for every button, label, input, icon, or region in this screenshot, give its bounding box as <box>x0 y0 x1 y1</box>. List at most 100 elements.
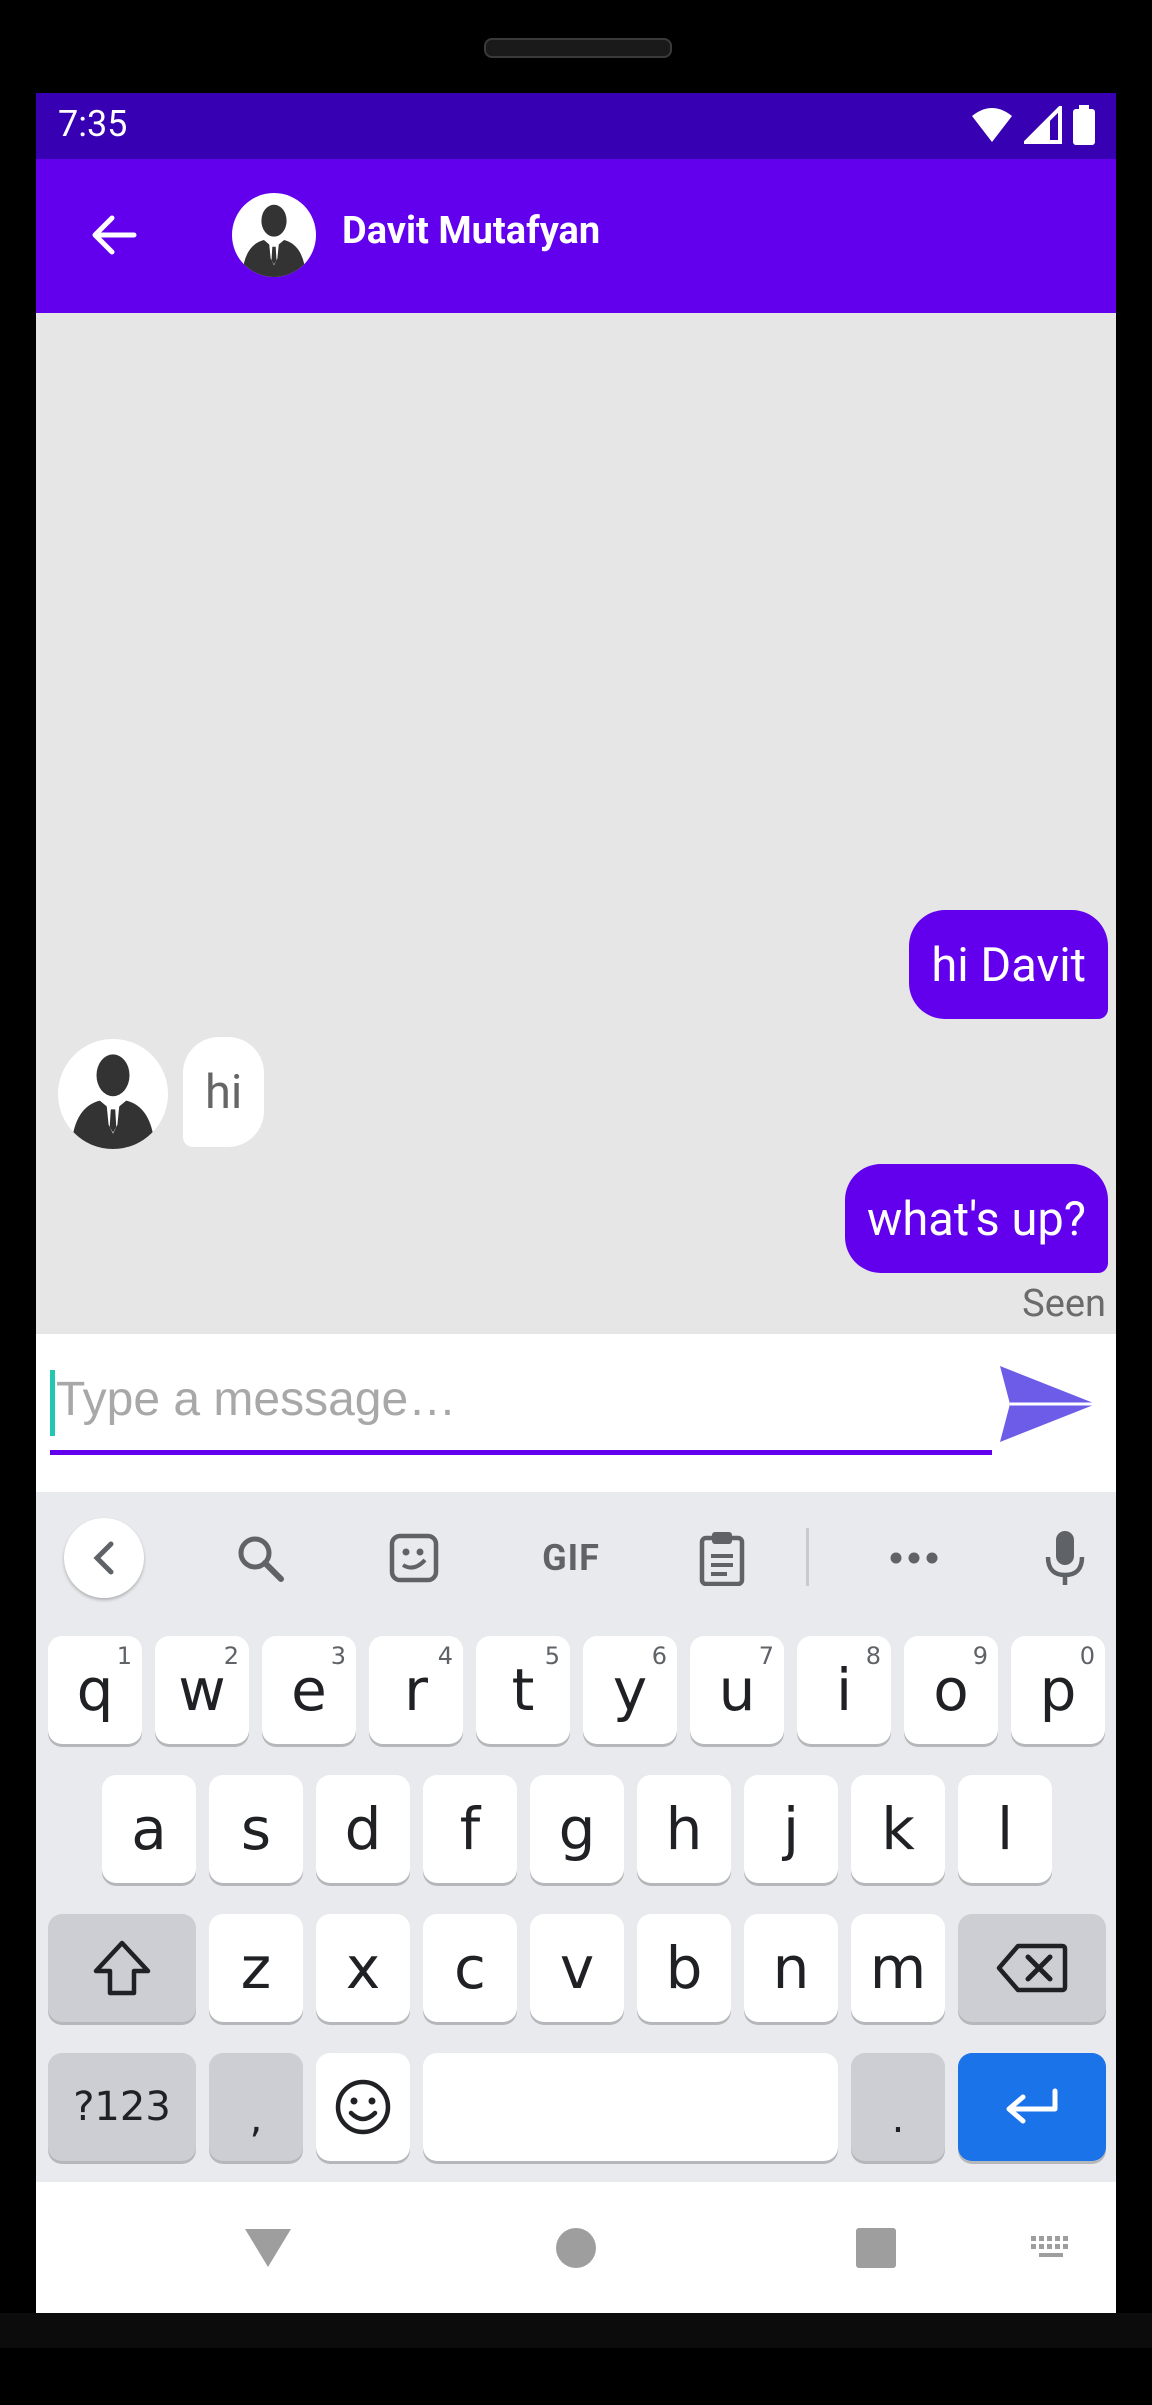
period-key[interactable]: . <box>851 2053 945 2161</box>
keyboard-collapse-button[interactable] <box>64 1518 144 1598</box>
key-d[interactable]: d <box>316 1775 410 1883</box>
key-label: j <box>782 1795 800 1863</box>
key-s[interactable]: s <box>209 1775 303 1883</box>
phone-frame: 7:35 Davit Mutafyan hi Davit hi what's u… <box>0 0 1152 2405</box>
key-label: m <box>869 1934 927 2002</box>
space-key[interactable] <box>423 2053 838 2161</box>
key-number-hint: 7 <box>758 1642 774 1670</box>
chevron-left-icon <box>93 1541 114 1575</box>
key-r[interactable]: r4 <box>369 1636 463 1744</box>
key-label: t <box>511 1656 535 1724</box>
key-label: c <box>454 1934 486 2002</box>
key-label: z <box>240 1934 272 2002</box>
message-text: what's up? <box>867 1192 1086 1247</box>
message-input[interactable] <box>50 1354 1000 1444</box>
symbols-key[interactable]: ?123 <box>48 2053 196 2161</box>
sender-avatar[interactable] <box>58 1039 168 1149</box>
key-p[interactable]: p0 <box>1011 1636 1105 1744</box>
key-label: d <box>344 1795 382 1863</box>
keyboard-more-button[interactable] <box>870 1516 958 1600</box>
key-label: , <box>249 2096 263 2142</box>
key-label: q <box>76 1656 114 1724</box>
key-label: h <box>665 1795 703 1863</box>
emoji-icon <box>335 2079 391 2135</box>
key-j[interactable]: j <box>744 1775 838 1883</box>
message-composer <box>36 1334 1116 1492</box>
earpiece-speaker <box>484 38 672 58</box>
key-m[interactable]: m <box>851 1914 945 2022</box>
key-t[interactable]: t5 <box>476 1636 570 1744</box>
keyboard-clipboard-button[interactable] <box>678 1516 766 1600</box>
key-label: y <box>612 1656 648 1724</box>
keyboard-icon <box>1031 2235 1068 2257</box>
key-x[interactable]: x <box>316 1914 410 2022</box>
sticker-icon <box>389 1533 439 1583</box>
keyboard-search-button[interactable] <box>216 1516 304 1600</box>
key-label: g <box>558 1795 596 1863</box>
key-o[interactable]: o9 <box>904 1636 998 1744</box>
key-label: o <box>933 1656 969 1724</box>
key-h[interactable]: h <box>637 1775 731 1883</box>
battery-icon <box>1073 105 1095 145</box>
keyboard-switcher-button[interactable] <box>1016 2182 1086 2313</box>
key-number-hint: 2 <box>223 1642 239 1670</box>
key-label: p <box>1039 1656 1077 1724</box>
key-c[interactable]: c <box>423 1914 517 2022</box>
screen: 7:35 Davit Mutafyan hi Davit hi what's u… <box>36 93 1116 2313</box>
key-number-hint: 6 <box>651 1642 667 1670</box>
key-w[interactable]: w2 <box>155 1636 249 1744</box>
nav-back-button[interactable] <box>222 2182 314 2313</box>
key-label: w <box>178 1656 226 1724</box>
shift-key[interactable] <box>48 1914 196 2022</box>
key-n[interactable]: n <box>744 1914 838 2022</box>
key-label: e <box>291 1656 327 1724</box>
person-silhouette-icon <box>242 204 306 277</box>
seen-status: Seen <box>1022 1282 1106 1326</box>
enter-key[interactable] <box>958 2053 1106 2161</box>
message-bubble-outgoing[interactable]: hi Davit <box>909 910 1108 1019</box>
key-y[interactable]: y6 <box>583 1636 677 1744</box>
key-z[interactable]: z <box>209 1914 303 2022</box>
nav-recents-button[interactable] <box>830 2182 922 2313</box>
contact-name: Davit Mutafyan <box>342 209 601 253</box>
key-label: r <box>404 1656 428 1724</box>
key-u[interactable]: u7 <box>690 1636 784 1744</box>
message-text: hi Davit <box>931 938 1086 993</box>
key-label: f <box>459 1795 481 1863</box>
keyboard-gif-button[interactable]: GIF <box>516 1516 626 1600</box>
key-v[interactable]: v <box>530 1914 624 2022</box>
microphone-icon <box>1045 1531 1085 1585</box>
bottom-bezel <box>0 2313 1152 2348</box>
key-number-hint: 3 <box>330 1642 346 1670</box>
message-bubble-incoming[interactable]: hi <box>183 1037 265 1147</box>
message-text: hi <box>205 1065 243 1120</box>
emoji-key[interactable] <box>316 2053 410 2161</box>
key-k[interactable]: k <box>851 1775 945 1883</box>
key-number-hint: 5 <box>544 1642 560 1670</box>
nav-home-button[interactable] <box>530 2182 622 2313</box>
comma-key[interactable]: , <box>209 2053 303 2161</box>
key-l[interactable]: l <box>958 1775 1052 1883</box>
contact-avatar[interactable] <box>232 193 316 277</box>
key-q[interactable]: q1 <box>48 1636 142 1744</box>
on-screen-keyboard: GIF q1 w2 e3 r4 t5 y6 u7 i8 o9 p0 a s d … <box>36 1492 1116 2182</box>
key-i[interactable]: i8 <box>797 1636 891 1744</box>
key-a[interactable]: a <box>102 1775 196 1883</box>
key-label: v <box>559 1934 595 2002</box>
signal-icon <box>1024 106 1062 144</box>
key-e[interactable]: e3 <box>262 1636 356 1744</box>
key-g[interactable]: g <box>530 1775 624 1883</box>
keyboard-sticker-button[interactable] <box>370 1516 458 1600</box>
keyboard-mic-button[interactable] <box>1030 1516 1100 1600</box>
key-label: k <box>881 1795 915 1863</box>
key-f[interactable]: f <box>423 1775 517 1883</box>
back-arrow-icon[interactable] <box>84 205 144 265</box>
message-bubble-outgoing[interactable]: what's up? <box>845 1164 1108 1273</box>
key-label: . <box>891 2096 905 2142</box>
key-b[interactable]: b <box>637 1914 731 2022</box>
send-icon[interactable] <box>998 1364 1098 1444</box>
key-label: b <box>665 1934 703 2002</box>
backspace-key[interactable] <box>958 1914 1106 2022</box>
enter-arrow-icon <box>1006 2088 1058 2124</box>
input-underline <box>50 1450 992 1455</box>
